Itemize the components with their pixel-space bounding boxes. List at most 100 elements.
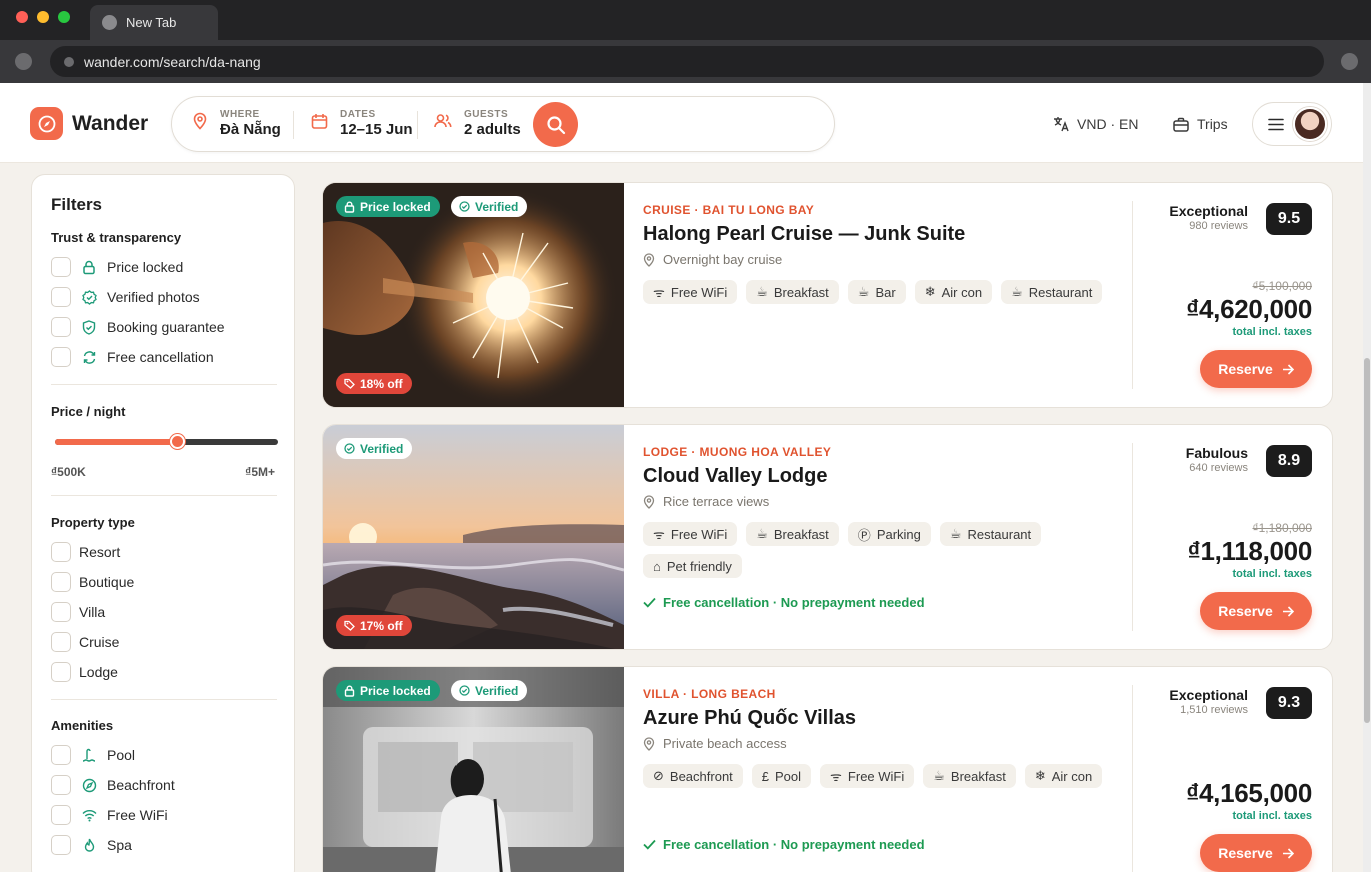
- trips-link[interactable]: Trips: [1173, 116, 1228, 132]
- trust-section-title: Trust & transparency: [51, 230, 182, 245]
- trips-text: Trips: [1197, 116, 1228, 132]
- filter-free-wifi[interactable]: Free WiFi: [51, 805, 168, 825]
- browser-tab[interactable]: New Tab: [90, 5, 218, 40]
- page-scrollbar[interactable]: [1363, 83, 1371, 872]
- original-price: ₫5,100,000: [1252, 279, 1312, 293]
- close-window-button[interactable]: [16, 11, 28, 23]
- price-tax-note: total incl. taxes: [1232, 326, 1312, 338]
- checkbox[interactable]: [51, 632, 71, 652]
- lock-icon: [344, 201, 355, 213]
- checkbox[interactable]: [51, 542, 71, 562]
- listing-name[interactable]: Azure Phú Quốc Villas: [643, 707, 856, 730]
- filter-beachfront[interactable]: Beachfront: [51, 775, 175, 795]
- filter-spa[interactable]: Spa: [51, 835, 132, 855]
- parking-icon: Ⓟ: [857, 527, 871, 543]
- card-divider: [1132, 443, 1133, 631]
- breakfast-icon: ☕︎: [756, 284, 768, 299]
- avatar[interactable]: [1293, 107, 1327, 141]
- filter-free-cancellation[interactable]: Free cancellation: [51, 347, 214, 367]
- subtitle-text: Private beach access: [663, 736, 787, 751]
- reserve-button[interactable]: Reserve: [1200, 592, 1312, 630]
- amenity-chip: £ Pool: [751, 764, 812, 788]
- tag-icon: [344, 620, 355, 631]
- currency-language-button[interactable]: VND · EN: [1053, 116, 1138, 132]
- checkbox[interactable]: [51, 602, 71, 622]
- price-range-handle[interactable]: [170, 434, 185, 449]
- flame-icon: [79, 835, 99, 855]
- discount-badge: 17% off: [336, 615, 412, 636]
- brand-name[interactable]: Wander: [72, 112, 148, 136]
- reserve-label: Reserve: [1218, 845, 1273, 861]
- filter-verified-photos[interactable]: Verified photos: [51, 287, 200, 307]
- filter-lodge[interactable]: Lodge: [51, 662, 118, 682]
- filter-cruise[interactable]: Cruise: [51, 632, 119, 652]
- filter-label: Lodge: [79, 664, 118, 680]
- maximize-window-button[interactable]: [58, 11, 70, 23]
- listing-subtitle: Overnight bay cruise: [643, 252, 782, 267]
- url-field[interactable]: wander.com/search/da-nang: [50, 46, 1324, 77]
- filter-label: Villa: [79, 604, 106, 620]
- amenity-chip: ☕︎ Breakfast: [923, 764, 1016, 788]
- dates-value: 12–15 Jun: [340, 121, 413, 138]
- tab-title: New Tab: [126, 15, 177, 30]
- dates-label: DATES: [340, 109, 376, 120]
- user-menu-button[interactable]: [1252, 102, 1332, 146]
- arrow-right-icon: [1282, 363, 1294, 375]
- minimize-window-button[interactable]: [37, 11, 49, 23]
- filters-title: Filters: [51, 195, 103, 214]
- scrollbar-thumb[interactable]: [1364, 358, 1370, 723]
- dates-field[interactable]: DATES 12–15 Jun: [311, 109, 413, 138]
- back-button[interactable]: [15, 53, 32, 70]
- amenities-section-title: Amenities: [51, 718, 114, 733]
- search-button[interactable]: [533, 102, 578, 147]
- logo-icon[interactable]: [30, 107, 63, 140]
- translate-icon: [1054, 117, 1069, 132]
- filter-label: Boutique: [79, 574, 135, 590]
- listing-card[interactable]: Price locked Verified VILLA · LONG BEACH…: [322, 666, 1333, 872]
- reserve-button[interactable]: Reserve: [1200, 350, 1312, 388]
- checkbox[interactable]: [51, 835, 71, 855]
- listing-name[interactable]: Cloud Valley Lodge: [643, 465, 827, 488]
- pool-icon: £: [761, 768, 770, 784]
- price-range-fill: [55, 439, 178, 445]
- checkbox[interactable]: [51, 745, 71, 765]
- filter-label: Free WiFi: [107, 807, 168, 823]
- badge-text: Verified: [475, 683, 519, 698]
- search-divider: [417, 111, 418, 139]
- checkbox[interactable]: [51, 257, 71, 277]
- listing-card[interactable]: Price locked Verified 18% off CRUISE · B…: [322, 182, 1333, 408]
- filter-label: Beachfront: [107, 777, 175, 793]
- checkbox[interactable]: [51, 317, 71, 337]
- filter-resort[interactable]: Resort: [51, 542, 120, 562]
- location-pin-icon: [192, 112, 208, 135]
- filter-label: Free cancellation: [107, 349, 214, 365]
- checkbox[interactable]: [51, 775, 71, 795]
- wifi-icon: [79, 805, 99, 825]
- checkbox[interactable]: [51, 662, 71, 682]
- amenity-chip: ᯤ Free WiFi: [643, 280, 738, 304]
- checkbox[interactable]: [51, 572, 71, 592]
- filter-price-locked[interactable]: Price locked: [51, 257, 183, 277]
- where-field[interactable]: WHERE Đà Nẵng: [192, 109, 281, 138]
- cup-icon: ☕︎: [857, 284, 870, 299]
- checkbox[interactable]: [51, 347, 71, 367]
- filter-boutique[interactable]: Boutique: [51, 572, 134, 592]
- rating-text: Exceptional 980 reviews: [1169, 203, 1248, 232]
- browser-menu-button[interactable]: [1341, 53, 1358, 70]
- verified-icon: [79, 287, 99, 307]
- filter-booking-guarantee[interactable]: Booking guarantee: [51, 317, 225, 337]
- filter-pool[interactable]: Pool: [51, 745, 135, 765]
- filter-label: Cruise: [79, 634, 120, 650]
- amenity-chips: ᯤ Free WiFi ☕︎ Breakfast ☕︎ Bar ❄ Air con ☕︎…: [643, 280, 1133, 304]
- filter-villa[interactable]: Villa: [51, 602, 105, 622]
- guests-field[interactable]: GUESTS 2 adults: [434, 109, 521, 138]
- pool-icon: [79, 745, 99, 765]
- listing-name[interactable]: Halong Pearl Cruise — Junk Suite: [643, 223, 965, 246]
- listing-card[interactable]: Verified 17% off LODGE · MUONG HOA VALLE…: [322, 424, 1333, 650]
- price-range-slider[interactable]: [55, 439, 278, 445]
- checkbox[interactable]: [51, 287, 71, 307]
- checkbox[interactable]: [51, 805, 71, 825]
- amenity-chip: ⊘ Beachfront: [643, 764, 743, 788]
- site-info-icon[interactable]: [64, 56, 74, 67]
- reserve-button[interactable]: Reserve: [1200, 834, 1312, 872]
